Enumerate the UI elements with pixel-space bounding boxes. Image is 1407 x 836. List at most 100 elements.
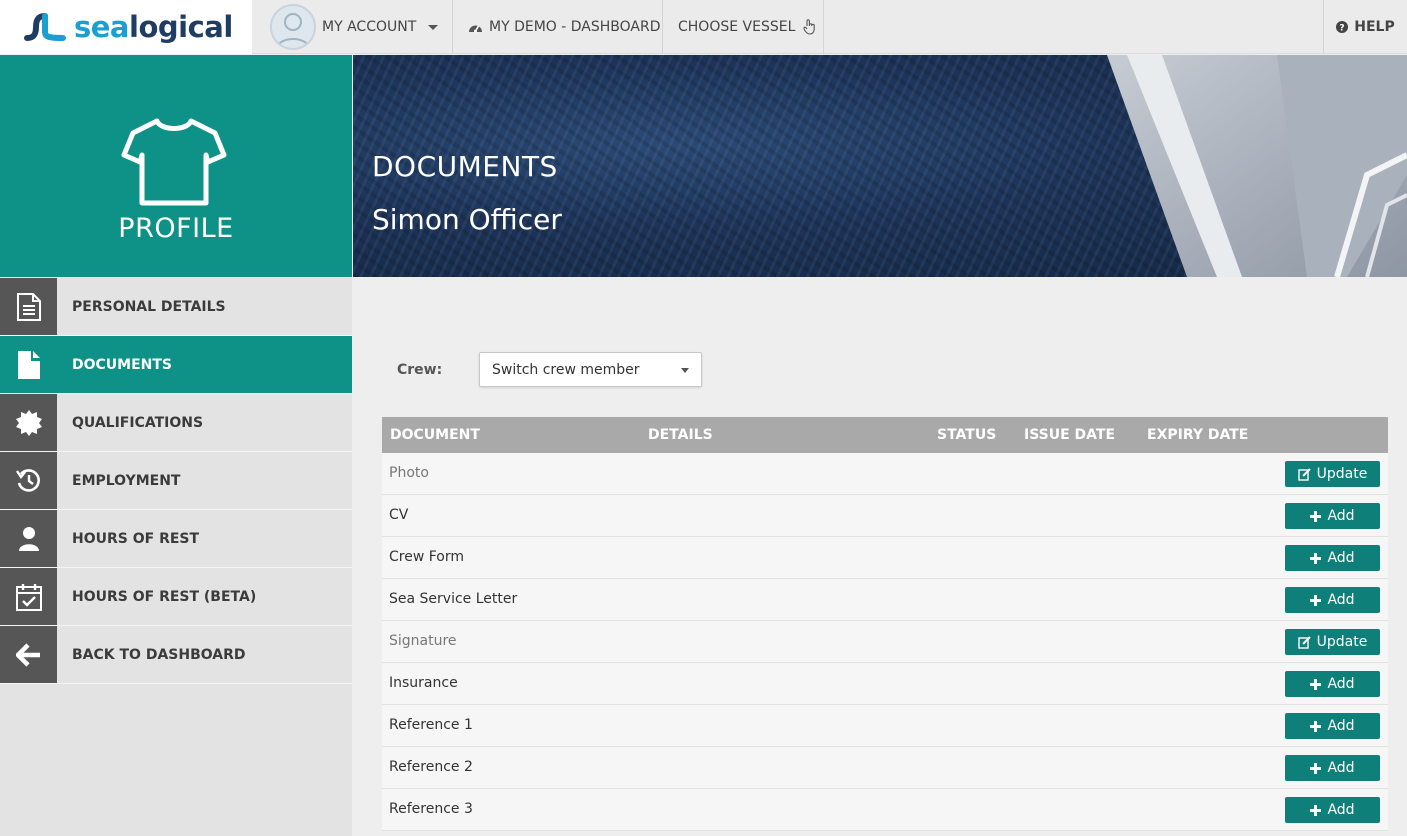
sidebar-item-label: HOURS OF REST	[72, 530, 200, 547]
chevron-down-icon	[428, 24, 439, 30]
sidebar-item-personal-details[interactable]: PERSONAL DETAILS	[0, 278, 352, 336]
table-row: Sea Service Letter Add	[382, 579, 1388, 621]
document-name: Crew Form	[389, 549, 465, 565]
add-button[interactable]: Add	[1285, 587, 1380, 613]
top-navbar: sealogical MY ACCOUNT MY DEMO - DASHBOAR…	[0, 0, 1407, 54]
crew-member-name: Simon Officer	[372, 203, 562, 236]
dashboard-link[interactable]: MY DEMO - DASHBOARD	[453, 0, 663, 54]
hero-banner: DOCUMENTS Simon Officer	[353, 55, 1407, 277]
button-label: Update	[1316, 634, 1368, 650]
add-button[interactable]: Add	[1285, 503, 1380, 529]
edit-icon	[1297, 467, 1311, 481]
avatar	[270, 4, 316, 50]
add-button[interactable]: Add	[1285, 671, 1380, 697]
button-label: Add	[1327, 508, 1355, 524]
documents-table: DOCUMENT DETAILS STATUS ISSUE DATE EXPIR…	[382, 417, 1388, 831]
sidebar-item-label: PERSONAL DETAILS	[72, 298, 226, 315]
choose-vessel-label: CHOOSE VESSEL	[678, 19, 796, 35]
hand-pointer-icon	[803, 19, 816, 35]
logo-text: sealogical	[74, 10, 233, 44]
button-label: Add	[1327, 718, 1355, 734]
table-row: Photo Update	[382, 453, 1388, 495]
sidebar-item-qualifications[interactable]: QUALIFICATIONS	[0, 394, 352, 452]
crew-switcher: Crew: Switch crew member	[397, 352, 702, 387]
dashboard-label: MY DEMO - DASHBOARD	[489, 19, 661, 35]
arrow-left-icon	[0, 626, 57, 683]
history-icon	[0, 452, 57, 509]
help-label: HELP	[1354, 19, 1395, 35]
table-row: CV Add	[382, 495, 1388, 537]
file-icon	[0, 336, 57, 393]
column-header-expiry-date: EXPIRY DATE	[1147, 427, 1249, 443]
table-row: Reference 3 Add	[382, 789, 1388, 831]
add-button[interactable]: Add	[1285, 755, 1380, 781]
plus-icon	[1310, 678, 1322, 690]
plus-icon	[1310, 552, 1322, 564]
button-label: Add	[1327, 802, 1355, 818]
sidebar-item-hours-of-rest-beta[interactable]: HOURS OF REST (BETA)	[0, 568, 352, 626]
plus-icon	[1310, 510, 1322, 522]
sidebar-item-back-to-dashboard[interactable]: BACK TO DASHBOARD	[0, 626, 352, 684]
table-row: Reference 2 Add	[382, 747, 1388, 789]
document-name: Photo	[389, 465, 429, 481]
sealogical-logo-mark-icon	[24, 13, 66, 41]
table-row: Reference 1 Add	[382, 705, 1388, 747]
sidebar-item-label: BACK TO DASHBOARD	[72, 646, 246, 663]
update-button[interactable]: Update	[1285, 461, 1380, 487]
document-name: Reference 3	[389, 801, 473, 817]
document-name: Insurance	[389, 675, 458, 691]
sidebar-item-documents[interactable]: DOCUMENTS	[0, 336, 352, 394]
plus-icon	[1310, 594, 1322, 606]
document-lines-icon	[0, 278, 57, 335]
help-link[interactable]: ? HELP	[1323, 0, 1407, 54]
sidebar-item-label: DOCUMENTS	[72, 356, 173, 373]
column-header-document: DOCUMENT	[390, 427, 480, 443]
choose-vessel-link[interactable]: CHOOSE VESSEL	[663, 0, 824, 54]
button-label: Add	[1327, 760, 1355, 776]
sealogical-logo[interactable]: sealogical	[0, 0, 252, 54]
button-label: Add	[1327, 676, 1355, 692]
sidebar-item-employment[interactable]: EMPLOYMENT	[0, 452, 352, 510]
my-account-menu[interactable]: MY ACCOUNT	[262, 0, 453, 54]
update-button[interactable]: Update	[1285, 629, 1380, 655]
sidebar-item-label: QUALIFICATIONS	[72, 414, 204, 431]
table-row: Signature Update	[382, 621, 1388, 663]
yacht-hull-image	[1107, 55, 1407, 277]
my-account-label: MY ACCOUNT	[322, 19, 417, 35]
column-header-details: DETAILS	[648, 427, 713, 443]
crew-label: Crew:	[397, 361, 443, 378]
document-name: Sea Service Letter	[389, 591, 518, 607]
button-label: Update	[1316, 466, 1368, 482]
sidebar-item-hours-of-rest[interactable]: HOURS OF REST	[0, 510, 352, 568]
calendar-check-icon	[0, 568, 57, 625]
table-row: Insurance Add	[382, 663, 1388, 705]
document-name: Signature	[389, 633, 457, 649]
sidebar-menu: PERSONAL DETAILS DOCUMENTS QUALIFICATION…	[0, 278, 352, 684]
crew-member-select[interactable]: Switch crew member	[479, 352, 702, 387]
add-button[interactable]: Add	[1285, 797, 1380, 823]
profile-header: PROFILE	[0, 55, 352, 277]
document-name: CV	[389, 507, 409, 523]
sidebar-item-label: EMPLOYMENT	[72, 472, 181, 489]
chevron-down-icon	[681, 368, 689, 373]
crew-select-value: Switch crew member	[492, 361, 640, 378]
sidebar-filler	[0, 684, 352, 836]
button-label: Add	[1327, 550, 1355, 566]
svg-text:?: ?	[1340, 24, 1345, 34]
sidebar-item-label: HOURS OF REST (BETA)	[72, 588, 257, 605]
tshirt-icon	[121, 118, 227, 206]
document-name: Reference 2	[389, 759, 473, 775]
user-icon	[0, 510, 57, 567]
page-title: DOCUMENTS	[372, 150, 558, 183]
table-row: Crew Form Add	[382, 537, 1388, 579]
add-button[interactable]: Add	[1285, 545, 1380, 571]
plus-icon	[1310, 762, 1322, 774]
table-header: DOCUMENT DETAILS STATUS ISSUE DATE EXPIR…	[382, 417, 1388, 453]
badge-icon	[0, 394, 57, 451]
add-button[interactable]: Add	[1285, 713, 1380, 739]
document-name: Reference 1	[389, 717, 473, 733]
profile-title: PROFILE	[118, 213, 234, 244]
user-avatar-icon	[276, 13, 310, 48]
edit-icon	[1297, 635, 1311, 649]
question-circle-icon: ?	[1336, 21, 1349, 34]
